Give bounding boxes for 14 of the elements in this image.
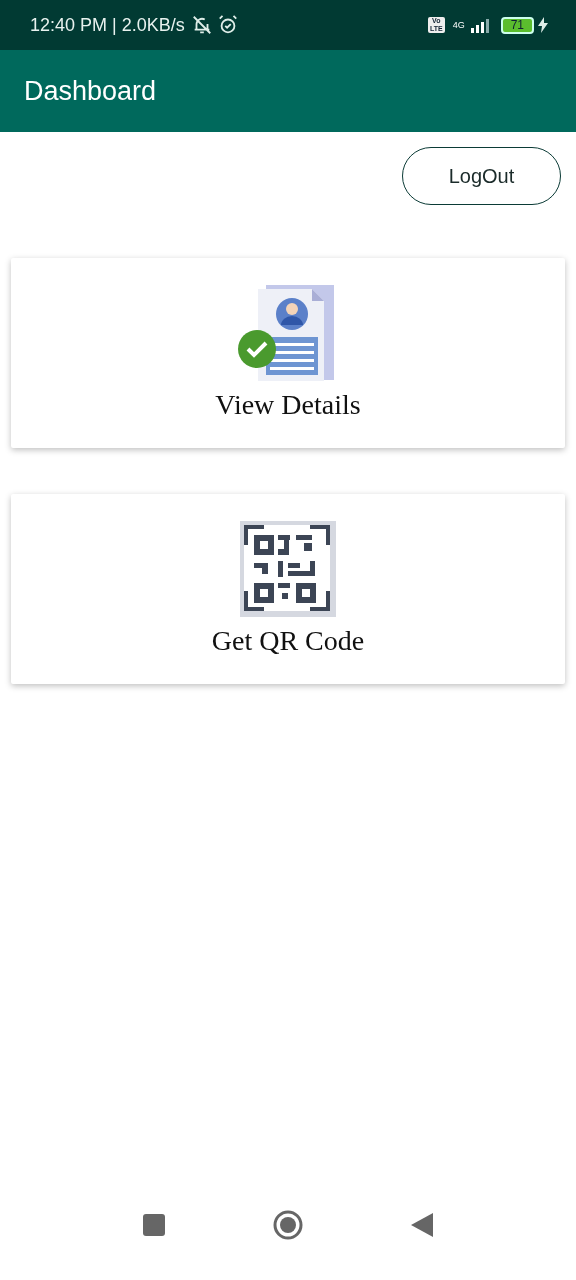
network-type: 4G — [452, 20, 465, 30]
logout-button[interactable]: LogOut — [402, 147, 561, 205]
home-icon[interactable] — [273, 1210, 303, 1240]
screen-title: Dashboard — [24, 75, 157, 107]
back-icon[interactable] — [411, 1213, 433, 1237]
card-label: Get QR Code — [211, 625, 365, 657]
status-time: 12:40 PM | 2.0KB/s — [30, 14, 185, 36]
qr-code-icon — [240, 521, 336, 617]
charging-icon — [538, 17, 548, 33]
battery-indicator: 71 — [500, 16, 534, 34]
card-label: View Details — [215, 389, 361, 421]
dashboard-card[interactable]: Get QR Code — [11, 494, 565, 684]
dashboard-card[interactable]: View Details — [11, 258, 565, 448]
bell-off-icon — [190, 14, 213, 36]
